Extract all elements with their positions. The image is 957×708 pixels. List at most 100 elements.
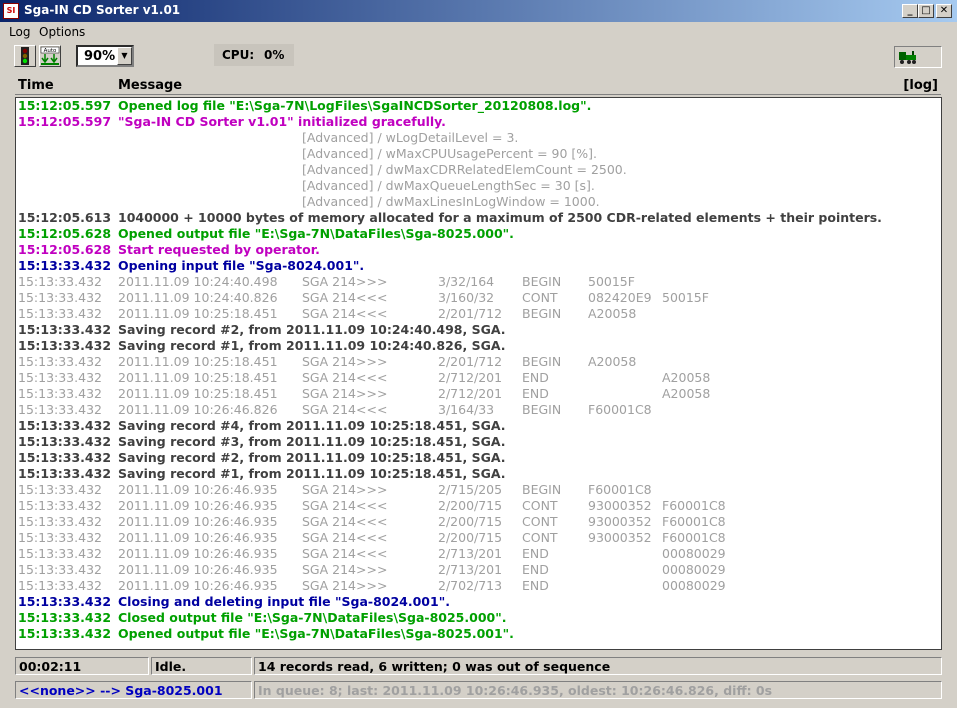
- traffic-light-icon: [21, 47, 29, 65]
- log-field: 082420E9: [588, 290, 652, 305]
- log-message: 1040000 + 10000 bytes of memory allocate…: [118, 210, 882, 225]
- log-row[interactable]: 15:13:33.432 Opening input file "Sga-8024…: [16, 258, 941, 274]
- log-time: 15:13:33.432: [18, 546, 102, 561]
- log-message: Saving record #3, from 2011.11.09 10:25:…: [118, 434, 506, 449]
- log-field: CONT: [522, 514, 558, 529]
- menu-options[interactable]: Options: [39, 25, 85, 39]
- engine-status-box: [894, 46, 942, 68]
- log-row[interactable]: 15:13:33.432 Saving record #2, from 2011.…: [16, 450, 941, 466]
- log-message: Saving record #2, from 2011.11.09 10:25:…: [118, 450, 506, 465]
- route-text: <<none>> --> Sga-8025.001: [19, 683, 223, 698]
- log-field: 2011.11.09 10:26:46.935: [118, 482, 278, 497]
- log-field: 2011.11.09 10:26:46.935: [118, 530, 278, 545]
- log-row[interactable]: 15:13:33.432 Closing and deleting input f…: [16, 594, 941, 610]
- zoom-select[interactable]: 90% ▼: [76, 45, 134, 67]
- log-time: 15:13:33.432: [18, 274, 102, 289]
- log-row[interactable]: 15:13:33.432 2011.11.09 10:25:18.451 SGA 2…: [16, 306, 941, 322]
- log-row[interactable]: 15:13:33.432 2011.11.09 10:26:46.935 SGA 2…: [16, 562, 941, 578]
- window-title: Sga-IN CD Sorter v1.01: [24, 3, 181, 17]
- log-field: 2/200/715: [438, 530, 503, 545]
- auto-icon-label: Auto: [44, 48, 57, 54]
- log-time: 15:13:33.432: [18, 482, 102, 497]
- auto-download-icon: Auto: [40, 46, 60, 65]
- title-bar[interactable]: SI Sga-IN CD Sorter v1.01 _ □ ✕: [0, 0, 957, 22]
- log-field: CONT: [522, 498, 558, 513]
- chevron-down-icon[interactable]: ▼: [117, 47, 132, 65]
- app-icon[interactable]: SI: [3, 3, 19, 19]
- log-field: F60001C8: [588, 402, 652, 417]
- log-field: 2/702/713: [438, 578, 503, 593]
- log-row[interactable]: 15:13:33.432 2011.11.09 10:26:46.935 SGA 2…: [16, 546, 941, 562]
- log-message: Opened log file "E:\Sga-7N\LogFiles\SgaI…: [118, 98, 592, 113]
- status-records: 14 records read, 6 written; 0 was out of…: [254, 657, 942, 675]
- log-row[interactable]: [Advanced] / dwMaxQueueLengthSec = 30 [s…: [16, 178, 941, 194]
- log-time: 15:13:33.432: [18, 466, 112, 481]
- log-field: 2011.11.09 10:25:18.451: [118, 370, 278, 385]
- header-log-tag[interactable]: [log]: [903, 78, 938, 93]
- log-row[interactable]: [Advanced] / wLogDetailLevel = 3.: [16, 130, 941, 146]
- log-row[interactable]: 15:13:33.432 2011.11.09 10:24:40.826 SGA 2…: [16, 290, 941, 306]
- log-message: [Advanced] / wLogDetailLevel = 3.: [302, 130, 519, 145]
- log-row[interactable]: 15:13:33.432 Closed output file "E:\Sga-7…: [16, 610, 941, 626]
- log-row[interactable]: 15:13:33.432 Saving record #3, from 2011.…: [16, 434, 941, 450]
- log-field: SGA 214>>>: [302, 354, 388, 369]
- log-field: SGA 214<<<: [302, 498, 388, 513]
- log-field: 2/200/715: [438, 498, 503, 513]
- auto-button[interactable]: Auto: [39, 45, 61, 67]
- log-field: BEGIN: [522, 274, 562, 289]
- log-row[interactable]: 15:13:33.432 2011.11.09 10:26:46.935 SGA 2…: [16, 530, 941, 546]
- menu-bar: Log Options: [0, 22, 957, 42]
- header-time[interactable]: Time: [18, 78, 54, 93]
- log-row[interactable]: 15:12:05.597 Opened log file "E:\Sga-7N\L…: [16, 98, 941, 114]
- log-row[interactable]: 15:13:33.432 2011.11.09 10:25:18.451 SGA 2…: [16, 370, 941, 386]
- cpu-value: 0%: [264, 48, 285, 62]
- log-field: 2011.11.09 10:26:46.935: [118, 514, 278, 529]
- log-column-header: Time Message [log]: [15, 75, 941, 95]
- log-row[interactable]: 15:13:33.432 2011.11.09 10:25:18.451 SGA 2…: [16, 354, 941, 370]
- log-row[interactable]: 15:13:33.432 Saving record #4, from 2011.…: [16, 418, 941, 434]
- log-field: SGA 214>>>: [302, 482, 388, 497]
- status-queue: In queue: 8; last: 2011.11.09 10:26:46.9…: [254, 681, 942, 699]
- log-time: 15:13:33.432: [18, 290, 102, 305]
- log-row[interactable]: [Advanced] / wMaxCPUUsagePercent = 90 [%…: [16, 146, 941, 162]
- log-row[interactable]: [Advanced] / dwMaxLinesInLogWindow = 100…: [16, 194, 941, 210]
- log-field: F60001C8: [662, 530, 726, 545]
- log-row[interactable]: 15:13:33.432 Opened output file "E:\Sga-7…: [16, 626, 941, 642]
- log-row[interactable]: 15:13:33.432 2011.11.09 10:26:46.935 SGA 2…: [16, 498, 941, 514]
- log-row[interactable]: 15:13:33.432 Saving record #2, from 2011.…: [16, 322, 941, 338]
- log-field: SGA 214>>>: [302, 562, 388, 577]
- log-row[interactable]: 15:12:05.613 1040000 + 10000 bytes of mem…: [16, 210, 941, 226]
- minimize-button[interactable]: _: [902, 4, 918, 18]
- log-row[interactable]: 15:13:33.432 2011.11.09 10:26:46.826 SGA 2…: [16, 402, 941, 418]
- log-row[interactable]: 15:12:05.628 Start requested by operator.: [16, 242, 941, 258]
- log-row[interactable]: [Advanced] / dwMaxCDRRelatedElemCount = …: [16, 162, 941, 178]
- close-button[interactable]: ✕: [936, 4, 952, 18]
- log-field: SGA 214<<<: [302, 546, 388, 561]
- header-message[interactable]: Message: [118, 78, 182, 93]
- status-route: <<none>> --> Sga-8025.001: [15, 681, 252, 699]
- log-message: [Advanced] / dwMaxQueueLengthSec = 30 [s…: [302, 178, 595, 193]
- log-field: CONT: [522, 530, 558, 545]
- log-row[interactable]: 15:12:05.597 "Sga-IN CD Sorter v1.01" ini…: [16, 114, 941, 130]
- log-row[interactable]: 15:13:33.432 2011.11.09 10:24:40.498 SGA 2…: [16, 274, 941, 290]
- log-row[interactable]: 15:13:33.432 2011.11.09 10:26:46.935 SGA 2…: [16, 482, 941, 498]
- log-message: Saving record #4, from 2011.11.09 10:25:…: [118, 418, 506, 433]
- queue-text: In queue: 8; last: 2011.11.09 10:26:46.9…: [258, 683, 773, 698]
- log-field: 2/712/201: [438, 386, 503, 401]
- traffic-light-button[interactable]: [14, 45, 36, 67]
- log-field: 00080029: [662, 562, 726, 577]
- maximize-button[interactable]: □: [918, 4, 934, 18]
- log-row[interactable]: 15:13:33.432 Saving record #1, from 2011.…: [16, 338, 941, 354]
- log-field: 2011.11.09 10:26:46.935: [118, 578, 278, 593]
- log-time: 15:13:33.432: [18, 402, 102, 417]
- menu-log[interactable]: Log: [9, 25, 30, 39]
- log-row[interactable]: 15:13:33.432 2011.11.09 10:26:46.935 SGA 2…: [16, 578, 941, 594]
- log-field: 93000352: [588, 498, 652, 513]
- log-field: 50015F: [588, 274, 635, 289]
- log-row[interactable]: 15:13:33.432 2011.11.09 10:26:46.935 SGA 2…: [16, 514, 941, 530]
- log-row[interactable]: 15:12:05.628 Opened output file "E:\Sga-7…: [16, 226, 941, 242]
- log-row[interactable]: 15:13:33.432 Saving record #1, from 2011.…: [16, 466, 941, 482]
- log-field: F60001C8: [662, 514, 726, 529]
- log-row[interactable]: 15:13:33.432 2011.11.09 10:25:18.451 SGA 2…: [16, 386, 941, 402]
- log-panel[interactable]: 15:12:05.597 Opened log file "E:\Sga-7N\L…: [15, 97, 942, 650]
